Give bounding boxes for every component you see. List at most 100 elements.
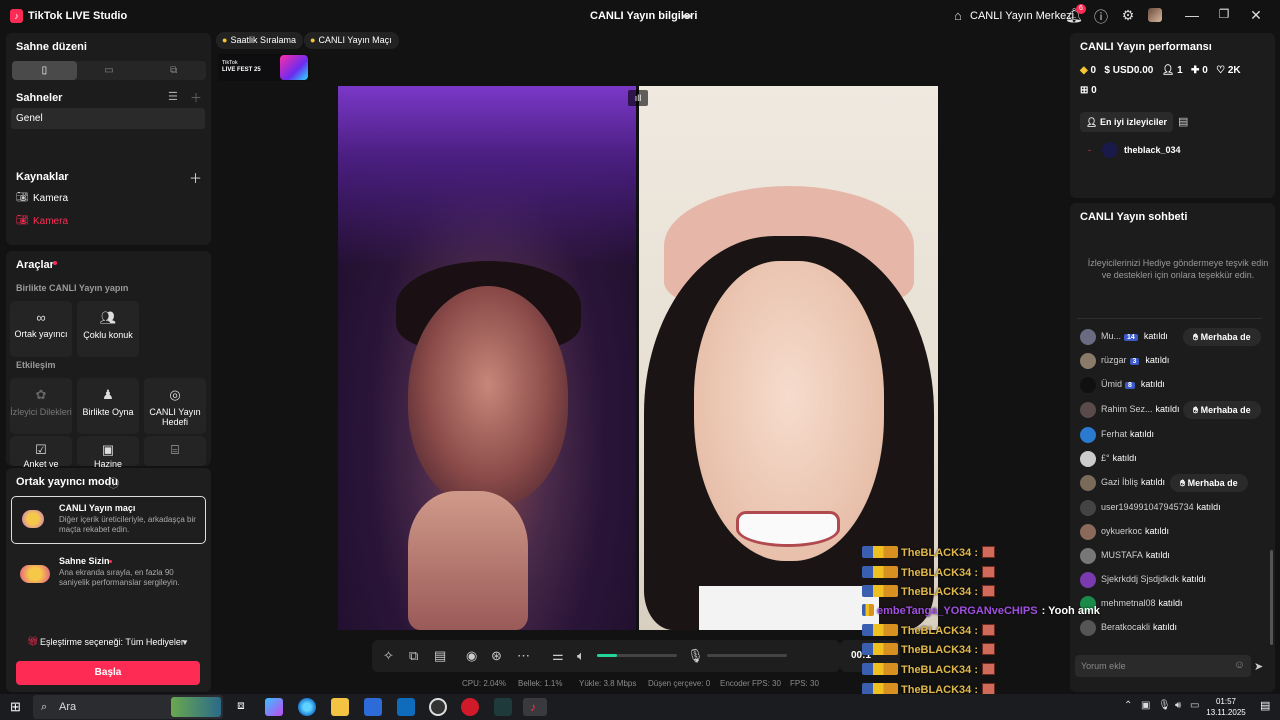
app-icon[interactable] — [494, 698, 512, 716]
live-match-chip[interactable]: ● CANLI Yayın Maçı — [304, 32, 399, 49]
chat-username[interactable]: Gazi İbliş — [1101, 477, 1138, 487]
comment-input[interactable]: Yorum ekle ☺ — [1075, 655, 1251, 677]
chat-scrollbar[interactable] — [1270, 550, 1273, 645]
chat-username[interactable]: Ferhat — [1101, 429, 1127, 439]
record-icon[interactable]: ◉ — [466, 648, 477, 664]
windows-start-icon[interactable]: ⊞ — [10, 699, 21, 715]
tiktok-live-taskbar-icon[interactable]: ♪ — [523, 698, 547, 716]
share-icon[interactable]: ➦ — [682, 9, 692, 23]
user-avatar[interactable] — [1080, 451, 1096, 467]
send-icon[interactable]: ➤ — [1254, 660, 1263, 673]
top-viewer-avatar[interactable] — [1102, 142, 1118, 158]
hourly-ranking-chip[interactable]: ● Saatlik Sıralama — [216, 32, 303, 49]
source-camera-off[interactable]: Kamera — [33, 216, 68, 227]
notifications-icon[interactable]: ▤ — [1260, 699, 1270, 712]
start-button[interactable]: Başla — [16, 661, 200, 685]
split-view-icon[interactable]: ıll — [628, 90, 648, 106]
tray-mic-icon[interactable]: 🎙︎ — [1158, 700, 1171, 711]
store-icon[interactable] — [364, 698, 382, 716]
taskbar-clock[interactable]: 01:57 13.11.2025 — [1198, 696, 1254, 718]
edge-icon[interactable] — [298, 698, 316, 716]
chat-username[interactable]: user194991047945734 — [1101, 502, 1194, 512]
minimize-icon[interactable]: — — [1183, 7, 1201, 23]
chat-username[interactable]: £° — [1101, 453, 1110, 463]
tray-chevron-icon[interactable]: ⌃ — [1124, 700, 1132, 711]
play-together-tool[interactable]: ♟ Birlikte Oyna — [77, 378, 139, 434]
user-avatar[interactable] — [1080, 475, 1096, 491]
user-avatar[interactable] — [1080, 572, 1096, 588]
obs-icon[interactable] — [429, 698, 447, 716]
mic-slider[interactable] — [707, 654, 787, 657]
screen-icon[interactable]: ⧉ — [409, 648, 418, 664]
taskbar-search[interactable]: ⌕ Ara — [33, 695, 223, 719]
source-camera[interactable]: Kamera — [33, 193, 68, 204]
tray-app-icon[interactable]: ▣ — [1141, 700, 1150, 711]
live-fest-banner[interactable]: TikTok LIVE FEST 25 — [218, 54, 310, 81]
top-viewer-name[interactable]: theblack_034 — [1124, 145, 1181, 155]
camera-switch-icon[interactable]: ⊛ — [491, 648, 502, 664]
treasure-tool[interactable]: ▣ Hazine — [77, 436, 139, 469]
file-explorer-icon[interactable] — [331, 698, 349, 716]
maximize-icon[interactable]: ❐ — [1215, 7, 1233, 21]
chevron-down-icon[interactable]: ▼ — [181, 638, 189, 647]
speaker-icon[interactable]: 🔈︎ — [577, 648, 585, 664]
chat-username[interactable]: oykuerkoc — [1101, 526, 1142, 536]
microphone-icon[interactable]: 🎙︎ — [687, 648, 704, 664]
user-avatar[interactable] — [1080, 427, 1096, 443]
gear-icon[interactable]: ⚙ — [1119, 7, 1137, 24]
user-avatar[interactable] — [1080, 377, 1096, 393]
chat-username[interactable]: Mu... — [1101, 331, 1121, 341]
multi-guest-tool[interactable]: 👥︎ Çoklu konuk — [77, 301, 139, 357]
task-view-icon[interactable]: ⧈ — [232, 698, 250, 716]
portrait-layout-icon[interactable]: ▯ — [12, 61, 77, 80]
chat-username[interactable]: Ümid — [1101, 379, 1122, 389]
user-avatar[interactable] — [1080, 524, 1096, 540]
store-tool[interactable]: ⌸ — [144, 436, 206, 466]
viewer-wishes-tool[interactable]: ✿ İzleyici Dilekleri — [10, 378, 72, 434]
say-hello-button[interactable]: ✋︎ Merhaba de — [1170, 474, 1248, 492]
report-icon[interactable]: ▤ — [1178, 115, 1188, 128]
list-icon[interactable]: ☰ — [168, 90, 178, 103]
help-icon[interactable]: ⓘ — [108, 475, 119, 491]
more-icon[interactable]: ⋯ — [517, 648, 530, 664]
stream-controls: ✧ ⧉ ▤ ◉ ⊛ ⋯ ⚌ 🔈︎ 🎙︎ — [372, 640, 840, 672]
chat-username[interactable]: Beratkocakli — [1101, 622, 1150, 632]
landscape-layout-icon[interactable]: ▭ — [77, 61, 142, 80]
user-avatar[interactable] — [1080, 329, 1096, 345]
close-icon[interactable]: ✕ — [1247, 7, 1265, 24]
poll-tool[interactable]: ☑ Anket ve — [10, 436, 72, 469]
chat-username[interactable]: mehmetnal08 — [1101, 598, 1156, 608]
help-icon[interactable]: ⓘ — [1092, 7, 1110, 27]
add-scene-icon[interactable]: ＋ — [190, 89, 202, 106]
settings-sliders-icon[interactable]: ⚌ — [552, 648, 564, 664]
volume-slider[interactable] — [597, 654, 677, 657]
tray-volume-icon[interactable]: 🔊︎ — [1175, 700, 1181, 711]
add-source-icon[interactable]: ＋ — [189, 168, 202, 187]
cohost-tool[interactable]: ∞ Ortak yayıncı — [10, 301, 72, 357]
user-avatar[interactable] — [1080, 402, 1096, 418]
profile-avatar[interactable] — [1148, 8, 1162, 22]
live-center-button[interactable]: CANLI Yayın Merkezi — [970, 10, 1074, 22]
top-viewers-tab[interactable]: 👤︎ En iyi izleyiciler — [1080, 112, 1173, 132]
effects-icon[interactable]: ✧ — [383, 648, 394, 664]
user-avatar[interactable] — [1080, 500, 1096, 516]
copilot-icon[interactable] — [265, 698, 283, 716]
user-avatar[interactable] — [1080, 353, 1096, 369]
user-avatar[interactable] — [1080, 620, 1096, 636]
chat-username[interactable]: Rahim Sez... — [1101, 404, 1153, 414]
stacked-layout-icon[interactable]: ⧉ — [141, 61, 206, 80]
say-hello-button[interactable]: ✋︎ Merhaba de — [1183, 401, 1261, 419]
pairing-option[interactable]: Eşleştirme seçeneği: Tüm Hediyeler — [40, 637, 184, 647]
opera-icon[interactable] — [461, 698, 479, 716]
scene-item-genel[interactable]: Genel — [11, 108, 205, 129]
stage-title[interactable]: Sahne Sizin — [59, 556, 110, 566]
say-hello-button[interactable]: ✋︎ Merhaba de — [1183, 328, 1261, 346]
chat-username[interactable]: rüzgar — [1101, 355, 1127, 365]
chat-username[interactable]: MUSTAFA — [1101, 550, 1143, 560]
live-goal-tool[interactable]: ◎ CANLI Yayın Hedefi — [144, 378, 206, 434]
user-avatar[interactable] — [1080, 548, 1096, 564]
layout-icon[interactable]: ▤ — [434, 648, 446, 664]
outlook-icon[interactable] — [397, 698, 415, 716]
chat-username[interactable]: Sjekrkddj Sjsdjdkdk — [1101, 574, 1179, 584]
emoji-icon[interactable]: ☺ — [1234, 659, 1245, 671]
